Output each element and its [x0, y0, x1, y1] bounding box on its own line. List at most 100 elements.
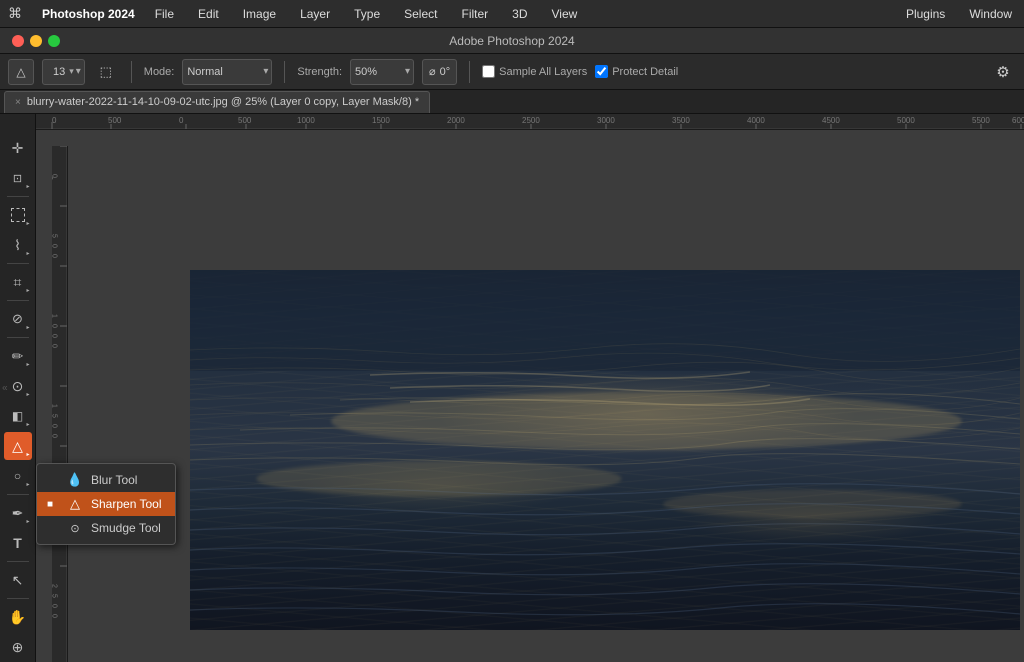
- document-tab[interactable]: × blurry-water-2022-11-14-10-09-02-utc.j…: [4, 91, 430, 113]
- menu-layer[interactable]: Layer: [296, 5, 334, 23]
- apple-logo-icon: ⌘: [8, 5, 22, 22]
- blur-tool-label: Blur Tool: [91, 473, 137, 487]
- svg-text:3000: 3000: [597, 116, 615, 125]
- svg-text:5: 5: [52, 414, 58, 418]
- svg-text:1: 1: [52, 314, 58, 318]
- svg-text:500: 500: [238, 116, 252, 125]
- tool-brush[interactable]: ✏ ▸: [4, 342, 32, 370]
- brush-preset-picker[interactable]: △: [8, 59, 34, 85]
- flyout-blur-tool[interactable]: 💧 Blur Tool: [37, 468, 175, 492]
- protect-detail-label[interactable]: Protect Detail: [595, 65, 678, 78]
- toolbar-separator-4: [7, 337, 29, 338]
- tool-zoom[interactable]: ⊕: [4, 633, 32, 661]
- svg-text:0: 0: [52, 334, 58, 338]
- canvas-area[interactable]: 0 500 0 500 1000 1500 2000 2500 3000 350…: [36, 114, 1024, 662]
- tool-pen[interactable]: ✒ ▸: [4, 499, 32, 527]
- svg-text:5: 5: [52, 234, 58, 238]
- svg-text:3500: 3500: [672, 116, 690, 125]
- protect-detail-checkbox[interactable]: [595, 65, 608, 78]
- tool-sharpen[interactable]: △ ▸: [4, 432, 32, 460]
- tool-eraser[interactable]: ◧ ▸: [4, 402, 32, 430]
- separator-3: [469, 61, 470, 83]
- svg-text:2500: 2500: [522, 116, 540, 125]
- svg-text:0: 0: [52, 324, 58, 328]
- svg-text:5000: 5000: [897, 116, 915, 125]
- close-button[interactable]: [12, 35, 24, 47]
- sample-all-layers-checkbox[interactable]: [482, 65, 495, 78]
- menu-bar: ⌘ Photoshop 2024 File Edit Image Layer T…: [0, 0, 1024, 28]
- lasso-icon: ⌇: [14, 237, 21, 254]
- marquee-icon: [11, 208, 25, 222]
- tool-marquee[interactable]: ▸: [4, 201, 32, 229]
- angle-control[interactable]: ⌀ 0°: [422, 59, 457, 85]
- menu-file[interactable]: File: [151, 5, 178, 23]
- tool-dodge[interactable]: ○ ▸: [4, 462, 32, 490]
- svg-text:2: 2: [52, 584, 58, 588]
- menu-type[interactable]: Type: [350, 5, 384, 23]
- toolbar: « ✛ ⊡ ▸ ▸ ⌇ ▸ ⌗ ▸ ⊘ ▸ ✏ ▸: [0, 114, 36, 662]
- brush-size-dropdown[interactable]: 13 ▾: [42, 59, 85, 85]
- expand-arrow-clone-icon: ▸: [26, 391, 29, 398]
- tool-artboard[interactable]: ⊡ ▸: [4, 164, 32, 192]
- document-close-btn[interactable]: ×: [15, 97, 21, 108]
- smudge-tool-icon: ⊙: [67, 520, 83, 536]
- svg-text:2000: 2000: [447, 116, 465, 125]
- svg-text:1000: 1000: [297, 116, 315, 125]
- menu-window[interactable]: Window: [965, 5, 1016, 23]
- svg-text:0: 0: [52, 116, 57, 125]
- sharpen-tool-label: Sharpen Tool: [91, 497, 162, 511]
- expand-arrow-dodge-icon: ▸: [26, 481, 29, 488]
- crop-icon: ⌗: [14, 274, 22, 291]
- toolbar-separator-3: [7, 300, 29, 301]
- mode-label: Mode:: [144, 66, 175, 78]
- brush-triangle-icon: △: [16, 65, 25, 79]
- menu-filter[interactable]: Filter: [457, 5, 492, 23]
- options-bar: △ 13 ▾ ⬚ Mode: Normal Darken Lighten Str…: [0, 54, 1024, 90]
- menu-3d[interactable]: 3D: [508, 5, 531, 23]
- flyout-sharpen-tool[interactable]: ■ △ Sharpen Tool: [37, 492, 175, 516]
- svg-text:0: 0: [52, 174, 58, 178]
- tool-hand[interactable]: ✋: [4, 603, 32, 631]
- svg-text:6000: 6000: [1012, 116, 1024, 125]
- svg-text:0: 0: [52, 604, 58, 608]
- hand-icon: ✋: [9, 609, 26, 626]
- menu-select[interactable]: Select: [400, 5, 441, 23]
- menu-edit[interactable]: Edit: [194, 5, 223, 23]
- ruler-vertical: 0 0 5 0 0 1 0 0 0 1: [52, 146, 68, 662]
- menu-plugins[interactable]: Plugins: [902, 5, 949, 23]
- tool-move[interactable]: ✛: [4, 134, 32, 162]
- svg-text:0: 0: [52, 614, 58, 618]
- expand-arrow-pen-icon: ▸: [26, 518, 29, 525]
- minimize-button[interactable]: [30, 35, 42, 47]
- tool-crop[interactable]: ⌗ ▸: [4, 268, 32, 296]
- svg-text:5500: 5500: [972, 116, 990, 125]
- zoom-icon: ⊕: [12, 639, 24, 656]
- svg-text:0: 0: [52, 254, 58, 258]
- toolbar-separator-1: [7, 196, 29, 197]
- tool-clone[interactable]: ⊙ ▸: [4, 372, 32, 400]
- artboard-icon: ⊡: [13, 172, 22, 185]
- sharpen-icon: △: [12, 438, 23, 455]
- mode-select[interactable]: Normal Darken Lighten: [182, 59, 272, 85]
- tool-lasso[interactable]: ⌇ ▸: [4, 231, 32, 259]
- sample-all-layers-label[interactable]: Sample All Layers: [482, 65, 587, 78]
- expand-arrow-icon: ▸: [26, 183, 29, 190]
- tool-eyedropper[interactable]: ⊘ ▸: [4, 305, 32, 333]
- pen-icon: ✒: [12, 505, 24, 522]
- strength-select[interactable]: 50%: [350, 59, 414, 85]
- maximize-button[interactable]: [48, 35, 60, 47]
- angle-symbol-icon: ⌀: [429, 65, 436, 78]
- expand-arrow-brush-icon: ▸: [26, 361, 29, 368]
- tool-pointer[interactable]: ↖: [4, 566, 32, 594]
- tool-type[interactable]: T: [4, 529, 32, 557]
- menu-view[interactable]: View: [548, 5, 582, 23]
- flyout-smudge-tool[interactable]: ⊙ Smudge Tool: [37, 516, 175, 540]
- move-icon: ✛: [12, 140, 24, 157]
- settings-icon-btn[interactable]: ⚙: [990, 59, 1016, 85]
- menu-image[interactable]: Image: [239, 5, 280, 23]
- brush-mode-btn[interactable]: ⬚: [93, 59, 119, 85]
- tool-flyout-menu: 💧 Blur Tool ■ △ Sharpen Tool ⊙ Smudge To…: [36, 463, 176, 545]
- toolbar-separator-6: [7, 561, 29, 562]
- dodge-icon: ○: [14, 469, 21, 483]
- svg-text:0: 0: [52, 344, 58, 348]
